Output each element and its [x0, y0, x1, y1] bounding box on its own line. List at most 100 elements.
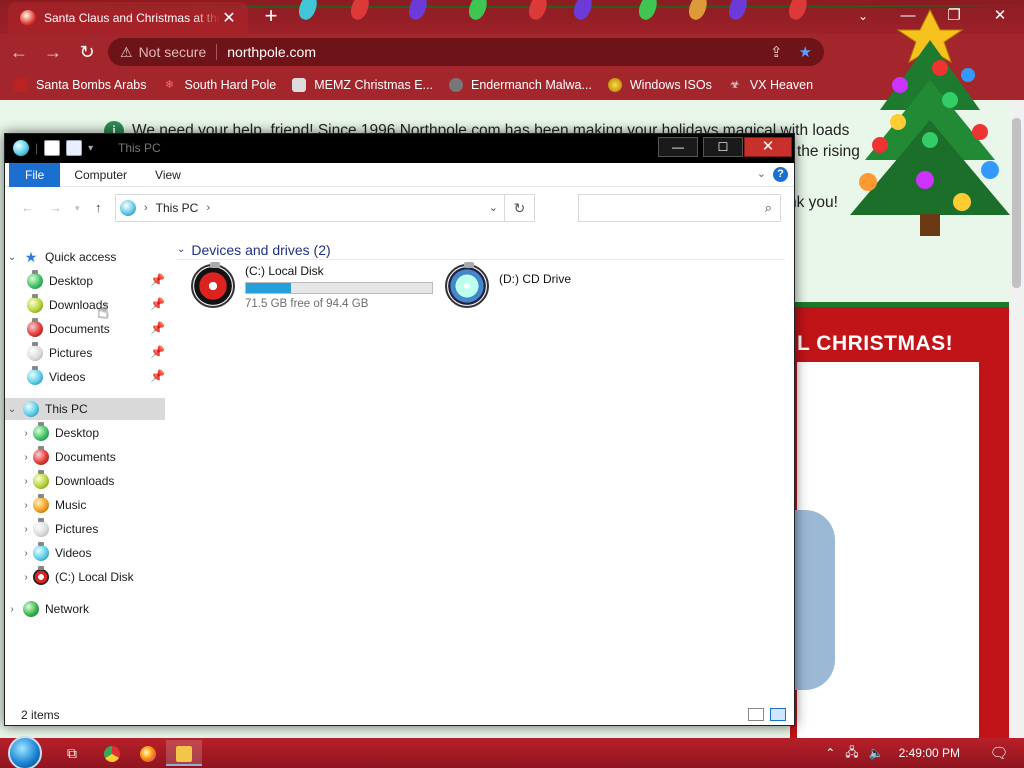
- drive-c[interactable]: (C:) Local Disk 71.5 GB free of 94.4 GB: [191, 262, 433, 316]
- nav-pc-desktop[interactable]: › Desktop: [5, 422, 165, 444]
- chevron-right-icon[interactable]: ›: [19, 452, 33, 463]
- minimize-button[interactable]: —: [658, 137, 698, 157]
- pin-icon: 📌: [150, 273, 165, 287]
- taskbar-firefox[interactable]: [130, 740, 166, 766]
- help-icon[interactable]: ?: [773, 167, 788, 182]
- this-pc-icon: [120, 200, 136, 216]
- reload-icon[interactable]: ↻: [72, 37, 102, 67]
- explorer-address-bar[interactable]: › This PC › ⌄ ↻: [115, 194, 535, 222]
- bookmark-item[interactable]: Endermanch Malwa...: [448, 78, 592, 92]
- large-icons-view-icon[interactable]: [770, 708, 786, 721]
- explorer-titlebar[interactable]: | ▾ This PC — ☐ ✕: [5, 134, 794, 163]
- breadcrumb-separator-icon[interactable]: ›: [144, 202, 148, 214]
- close-tab-icon[interactable]: ✕: [220, 8, 238, 28]
- nav-pc-music[interactable]: › Music: [5, 494, 165, 516]
- up-arrow-icon[interactable]: ↑: [95, 200, 102, 215]
- network-tray-icon[interactable]: 🖧: [845, 743, 858, 764]
- address-bar[interactable]: ⚠ Not secure northpole.com ⇪ ★: [108, 38, 824, 66]
- chevron-down-icon[interactable]: ⌄: [177, 244, 185, 255]
- chevron-down-icon[interactable]: ⌄: [5, 252, 19, 263]
- memz-icon: [292, 78, 307, 92]
- security-label[interactable]: Not secure: [139, 44, 218, 60]
- nav-quick-access[interactable]: ⌄ ★ Quick access: [5, 246, 165, 268]
- mouse-cursor-icon: ☝: [97, 301, 110, 323]
- bookmark-star-icon[interactable]: ★: [799, 43, 812, 61]
- item-count: 2 items: [21, 708, 60, 722]
- devices-group-header[interactable]: ⌄ Devices and drives (2): [177, 240, 785, 260]
- pin-icon: 📌: [150, 369, 165, 383]
- close-button[interactable]: ✕: [744, 137, 792, 157]
- bookmark-item[interactable]: ❄ South Hard Pole: [162, 78, 276, 92]
- back-arrow-icon[interactable]: ←: [4, 37, 34, 67]
- url-text[interactable]: northpole.com: [227, 44, 754, 60]
- forward-arrow-icon[interactable]: →: [49, 200, 62, 215]
- nav-item-desktop[interactable]: Desktop 📌: [5, 270, 165, 292]
- pin-icon: 📌: [150, 345, 165, 359]
- christmas-light-icon: [786, 0, 810, 22]
- forward-arrow-icon[interactable]: →: [38, 37, 68, 67]
- nav-item-pictures[interactable]: Pictures 📌: [5, 342, 165, 364]
- bookmark-item[interactable]: MEMZ Christmas E...: [292, 78, 433, 92]
- chevron-right-icon[interactable]: ›: [5, 604, 19, 615]
- task-view-icon[interactable]: ⧉: [54, 740, 90, 766]
- share-icon[interactable]: ⇪: [770, 43, 783, 61]
- show-hidden-icons-chevron-icon[interactable]: ⌃: [825, 746, 835, 760]
- chevron-right-icon[interactable]: ›: [19, 548, 33, 559]
- videos-ornament-icon: [33, 542, 49, 561]
- drive-name: (C:) Local Disk: [245, 264, 324, 278]
- nav-pc-pictures[interactable]: › Pictures: [5, 518, 165, 540]
- clock[interactable]: 2:49:00 PM: [899, 746, 960, 760]
- chevron-right-icon[interactable]: ›: [19, 524, 33, 535]
- nav-pc-documents[interactable]: › Documents: [5, 446, 165, 468]
- breadcrumb-separator-icon[interactable]: ›: [206, 202, 210, 214]
- tab-computer[interactable]: Computer: [60, 163, 141, 187]
- bookmark-item[interactable]: ☣ VX Heaven: [728, 78, 813, 92]
- expand-ribbon-chevron-icon[interactable]: ⌄: [757, 167, 766, 180]
- nav-pc-videos[interactable]: › Videos: [5, 542, 165, 564]
- customize-qat-chevron-icon[interactable]: ▾: [88, 143, 93, 154]
- nav-item-downloads[interactable]: Downloads 📌: [5, 294, 165, 316]
- nav-network[interactable]: › Network: [5, 598, 165, 620]
- details-view-icon[interactable]: [748, 708, 764, 721]
- pin-icon: 📌: [150, 297, 165, 311]
- chevron-right-icon[interactable]: ›: [19, 428, 33, 439]
- firefox-icon: [140, 746, 156, 763]
- new-tab-button[interactable]: +: [258, 4, 284, 30]
- new-folder-icon[interactable]: [66, 140, 83, 156]
- properties-icon[interactable]: [44, 140, 61, 156]
- back-arrow-icon[interactable]: ←: [21, 200, 34, 215]
- volume-icon[interactable]: 🔈: [869, 746, 884, 760]
- nav-item-videos[interactable]: Videos 📌: [5, 366, 165, 388]
- maximize-button[interactable]: ☐: [703, 137, 743, 157]
- nav-item-documents[interactable]: Documents 📌: [5, 318, 165, 340]
- chevron-down-icon[interactable]: ⌄: [5, 404, 19, 415]
- search-input[interactable]: ⌕: [578, 194, 781, 222]
- nav-pc-downloads[interactable]: › Downloads: [5, 470, 165, 492]
- tab-file[interactable]: File: [9, 162, 61, 187]
- quick-access-toolbar: | ▾: [13, 140, 93, 156]
- network-icon: [23, 601, 39, 617]
- chevron-right-icon[interactable]: ›: [19, 500, 33, 511]
- drive-d[interactable]: (D:) CD Drive: [445, 262, 571, 316]
- taskbar-chrome[interactable]: [94, 740, 130, 766]
- music-ornament-icon: [33, 494, 49, 513]
- raccoon-icon: [448, 78, 463, 92]
- address-dropdown-chevron-icon[interactable]: ⌄: [489, 201, 498, 214]
- chevron-right-icon[interactable]: ›: [19, 476, 33, 487]
- recent-locations-chevron-icon[interactable]: ▾: [75, 203, 80, 214]
- local-disk-icon: [191, 262, 235, 308]
- pictures-ornament-icon: [27, 342, 43, 361]
- refresh-icon[interactable]: ↻: [504, 195, 534, 221]
- start-button[interactable]: [8, 736, 42, 768]
- breadcrumb-this-pc[interactable]: This PC: [156, 201, 199, 215]
- tab-view[interactable]: View: [141, 163, 195, 187]
- nav-pc-local-disk[interactable]: › (C:) Local Disk: [5, 566, 165, 588]
- bookmark-item[interactable]: Windows ISOs: [607, 78, 712, 92]
- nav-this-pc[interactable]: ⌄ This PC: [5, 398, 165, 420]
- browser-tab-active[interactable]: Santa Claus and Christmas at the ✕: [8, 2, 248, 34]
- desktop-ornament-icon: [33, 422, 49, 441]
- chevron-right-icon[interactable]: ›: [19, 572, 33, 583]
- taskbar-file-explorer[interactable]: [166, 740, 202, 766]
- action-center-icon[interactable]: 🗨: [979, 744, 1019, 762]
- bookmark-item[interactable]: Santa Bombs Arabs: [14, 78, 146, 92]
